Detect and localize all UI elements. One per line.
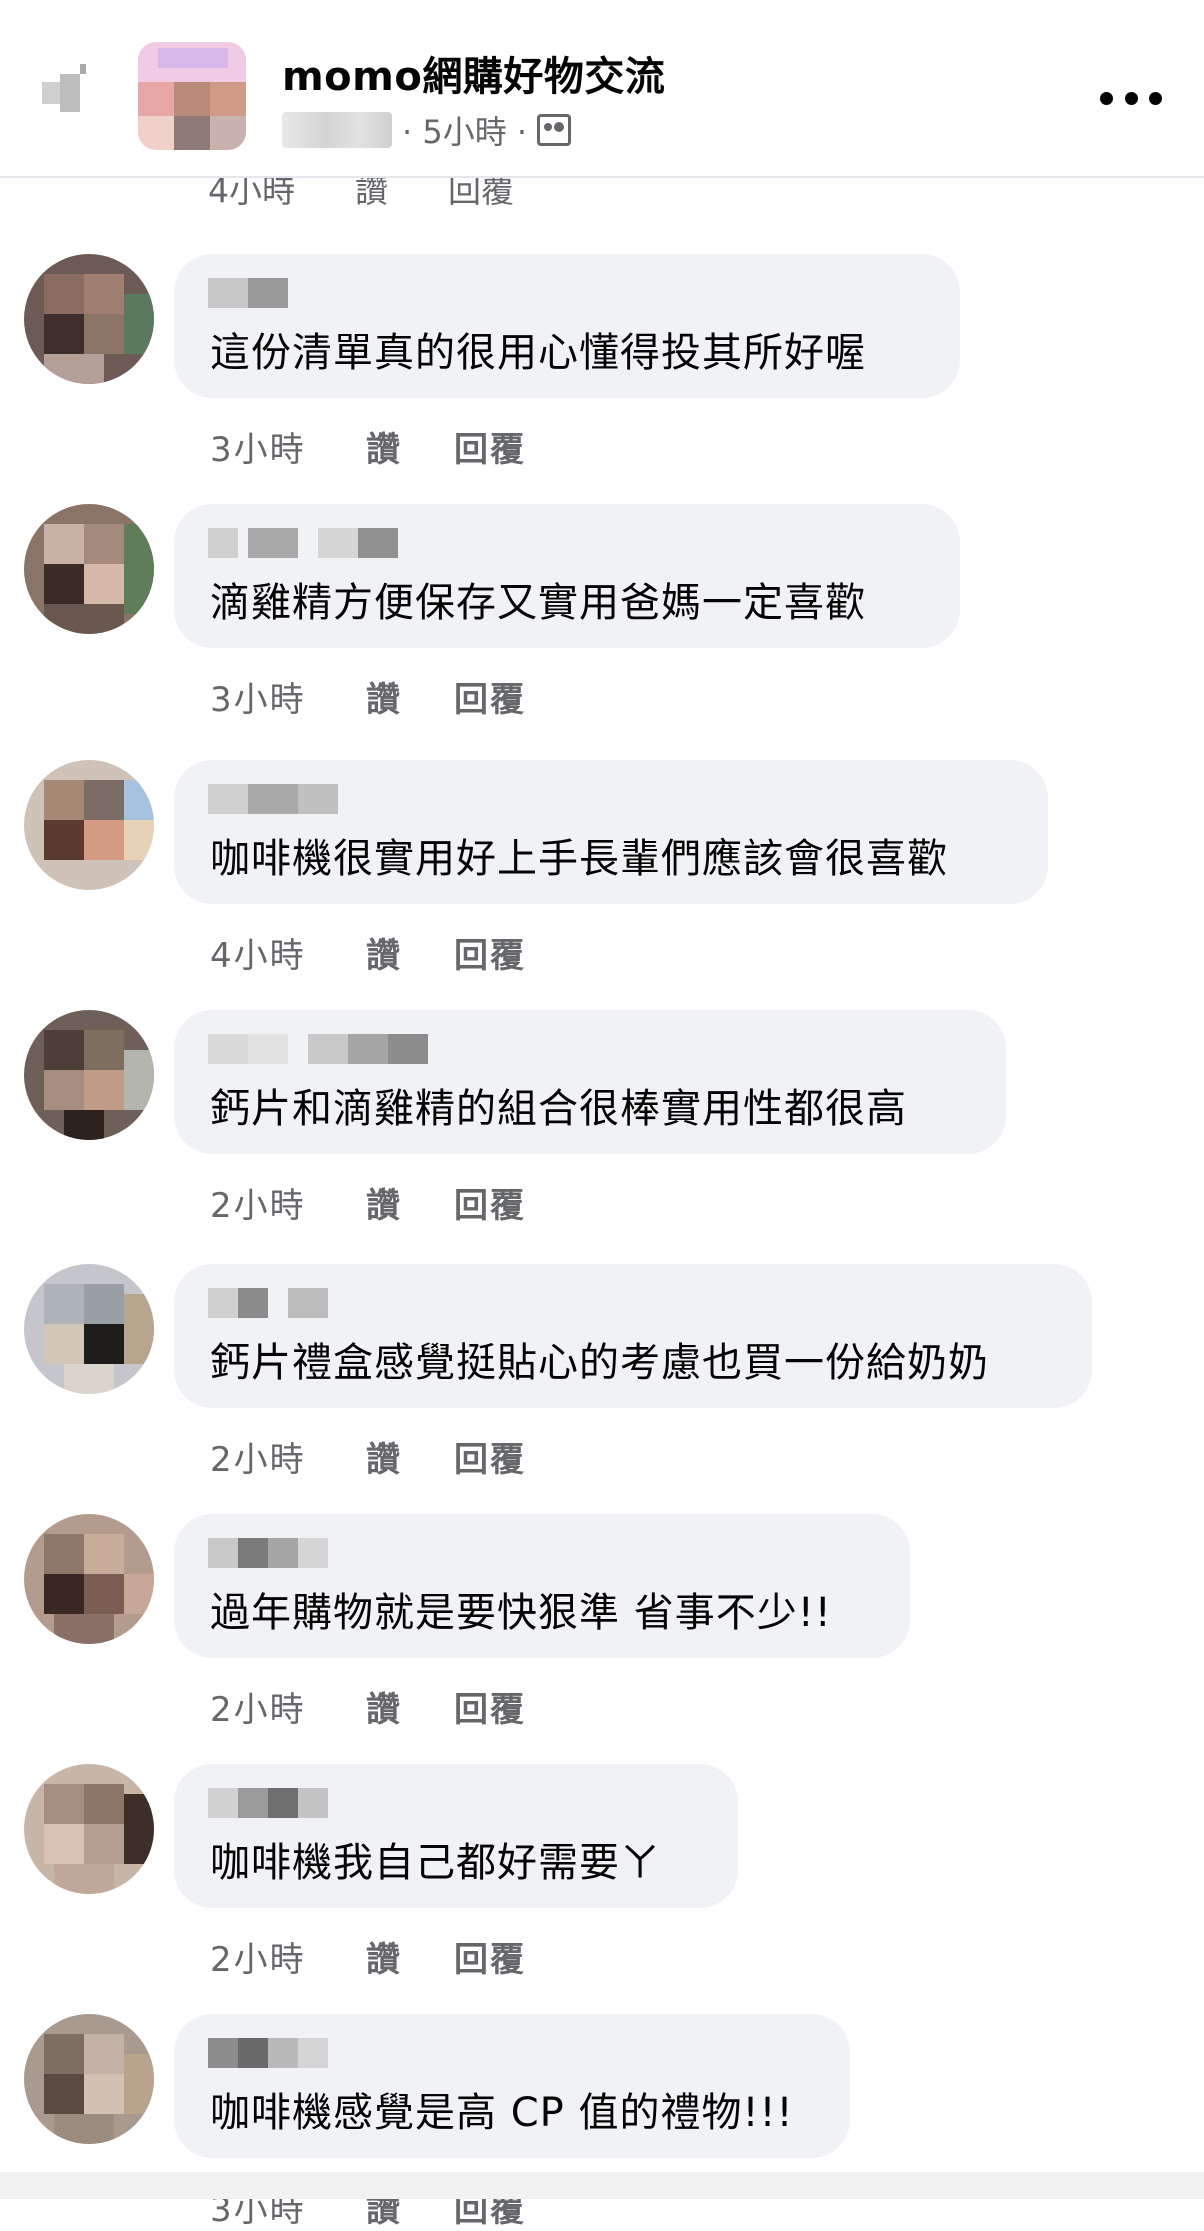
reply-button[interactable]: 回覆 — [454, 422, 526, 471]
post-time: · 5小時 · — [402, 113, 528, 151]
comment-actions: 4小時 讚 回覆 — [210, 928, 526, 977]
comment-bubble[interactable]: 咖啡機很實用好上手長輩們應該會很喜歡 — [174, 760, 1048, 904]
avatar[interactable] — [24, 254, 154, 384]
comment-time: 3小時 — [210, 680, 306, 720]
comment-actions: 2小時 讚 回覆 — [210, 1682, 526, 1731]
comment-text: 咖啡機很實用好上手長輩們應該會很喜歡 — [210, 836, 948, 882]
comment-bubble[interactable]: 滴雞精方便保存又實用爸媽一定喜歡 — [174, 504, 960, 648]
more-options-icon[interactable] — [1100, 78, 1162, 118]
reply-button[interactable]: 回覆 — [454, 1432, 526, 1481]
comment-time: 2小時 — [210, 1186, 306, 1226]
comment-time: 2小時 — [210, 1690, 306, 1730]
avatar[interactable] — [24, 1764, 154, 1894]
like-button[interactable]: 讚 — [366, 928, 454, 977]
comment-time: 2小時 — [210, 1940, 306, 1980]
comment-actions: 3小時 讚 回覆 — [210, 422, 526, 471]
like-button[interactable]: 讚 — [366, 422, 454, 471]
comment-text: 滴雞精方便保存又實用爸媽一定喜歡 — [210, 580, 866, 626]
reply-button[interactable]: 回覆 — [454, 1682, 526, 1731]
comment-text: 過年購物就是要快狠準 省事不少!! — [210, 1590, 832, 1636]
reply-button[interactable]: 回覆 — [454, 1932, 526, 1981]
reply-button[interactable]: 回覆 — [454, 1178, 526, 1227]
comment-actions: 3小時 讚 回覆 — [210, 672, 526, 721]
avatar[interactable] — [24, 1264, 154, 1394]
avatar[interactable] — [24, 760, 154, 890]
comment-text: 這份清單真的很用心懂得投其所好喔 — [210, 330, 866, 376]
comment-bubble[interactable]: 過年購物就是要快狠準 省事不少!! — [174, 1514, 910, 1658]
post-meta: · 5小時 · — [282, 108, 572, 152]
avatar[interactable] — [24, 2014, 154, 2144]
comment-time: 3小時 — [210, 430, 306, 470]
comment-time: 4小時 — [210, 936, 306, 976]
comment-bubble[interactable]: 咖啡機我自己都好需要ㄚ — [174, 1764, 738, 1908]
comment-bubble[interactable]: 鈣片禮盒感覺挺貼心的考慮也買一份給奶奶 — [174, 1264, 1092, 1408]
author-name-redacted[interactable] — [282, 112, 392, 148]
comment-bubble[interactable]: 鈣片和滴雞精的組合很棒實用性都很高 — [174, 1010, 1006, 1154]
comment-bubble[interactable]: 這份清單真的很用心懂得投其所好喔 — [174, 254, 960, 398]
group-avatar[interactable] — [138, 42, 246, 150]
comment-actions: 2小時 讚 回覆 — [210, 1432, 526, 1481]
comment-bubble[interactable]: 咖啡機感覺是高 CP 值的禮物!!! — [174, 2014, 850, 2158]
avatar[interactable] — [24, 1010, 154, 1140]
comment-actions: 2小時 讚 回覆 — [210, 1178, 526, 1227]
comment-text: 鈣片禮盒感覺挺貼心的考慮也買一份給奶奶 — [210, 1340, 989, 1386]
like-button[interactable]: 讚 — [366, 1682, 454, 1731]
post-header: momo網購好物交流 · 5小時 · — [0, 0, 1204, 178]
reply-button[interactable]: 回覆 — [454, 928, 526, 977]
group-name[interactable]: momo網購好物交流 — [282, 44, 665, 102]
back-arrow-icon[interactable] — [40, 64, 86, 124]
like-button[interactable]: 讚 — [366, 672, 454, 721]
like-button[interactable]: 讚 — [366, 1932, 454, 1981]
bottom-edge — [0, 2172, 1204, 2199]
comment-actions: 2小時 讚 回覆 — [210, 1932, 526, 1981]
like-button[interactable]: 讚 — [366, 1432, 454, 1481]
avatar[interactable] — [24, 504, 154, 634]
reply-button[interactable]: 回覆 — [454, 672, 526, 721]
comment-time: 2小時 — [210, 1440, 306, 1480]
comment-text: 咖啡機我自己都好需要ㄚ — [210, 1840, 661, 1886]
comment-text: 鈣片和滴雞精的組合很棒實用性都很高 — [210, 1086, 907, 1132]
group-members-icon — [537, 114, 572, 146]
avatar[interactable] — [24, 1514, 154, 1644]
comment-text: 咖啡機感覺是高 CP 值的禮物!!! — [210, 2090, 794, 2136]
like-button[interactable]: 讚 — [366, 1178, 454, 1227]
